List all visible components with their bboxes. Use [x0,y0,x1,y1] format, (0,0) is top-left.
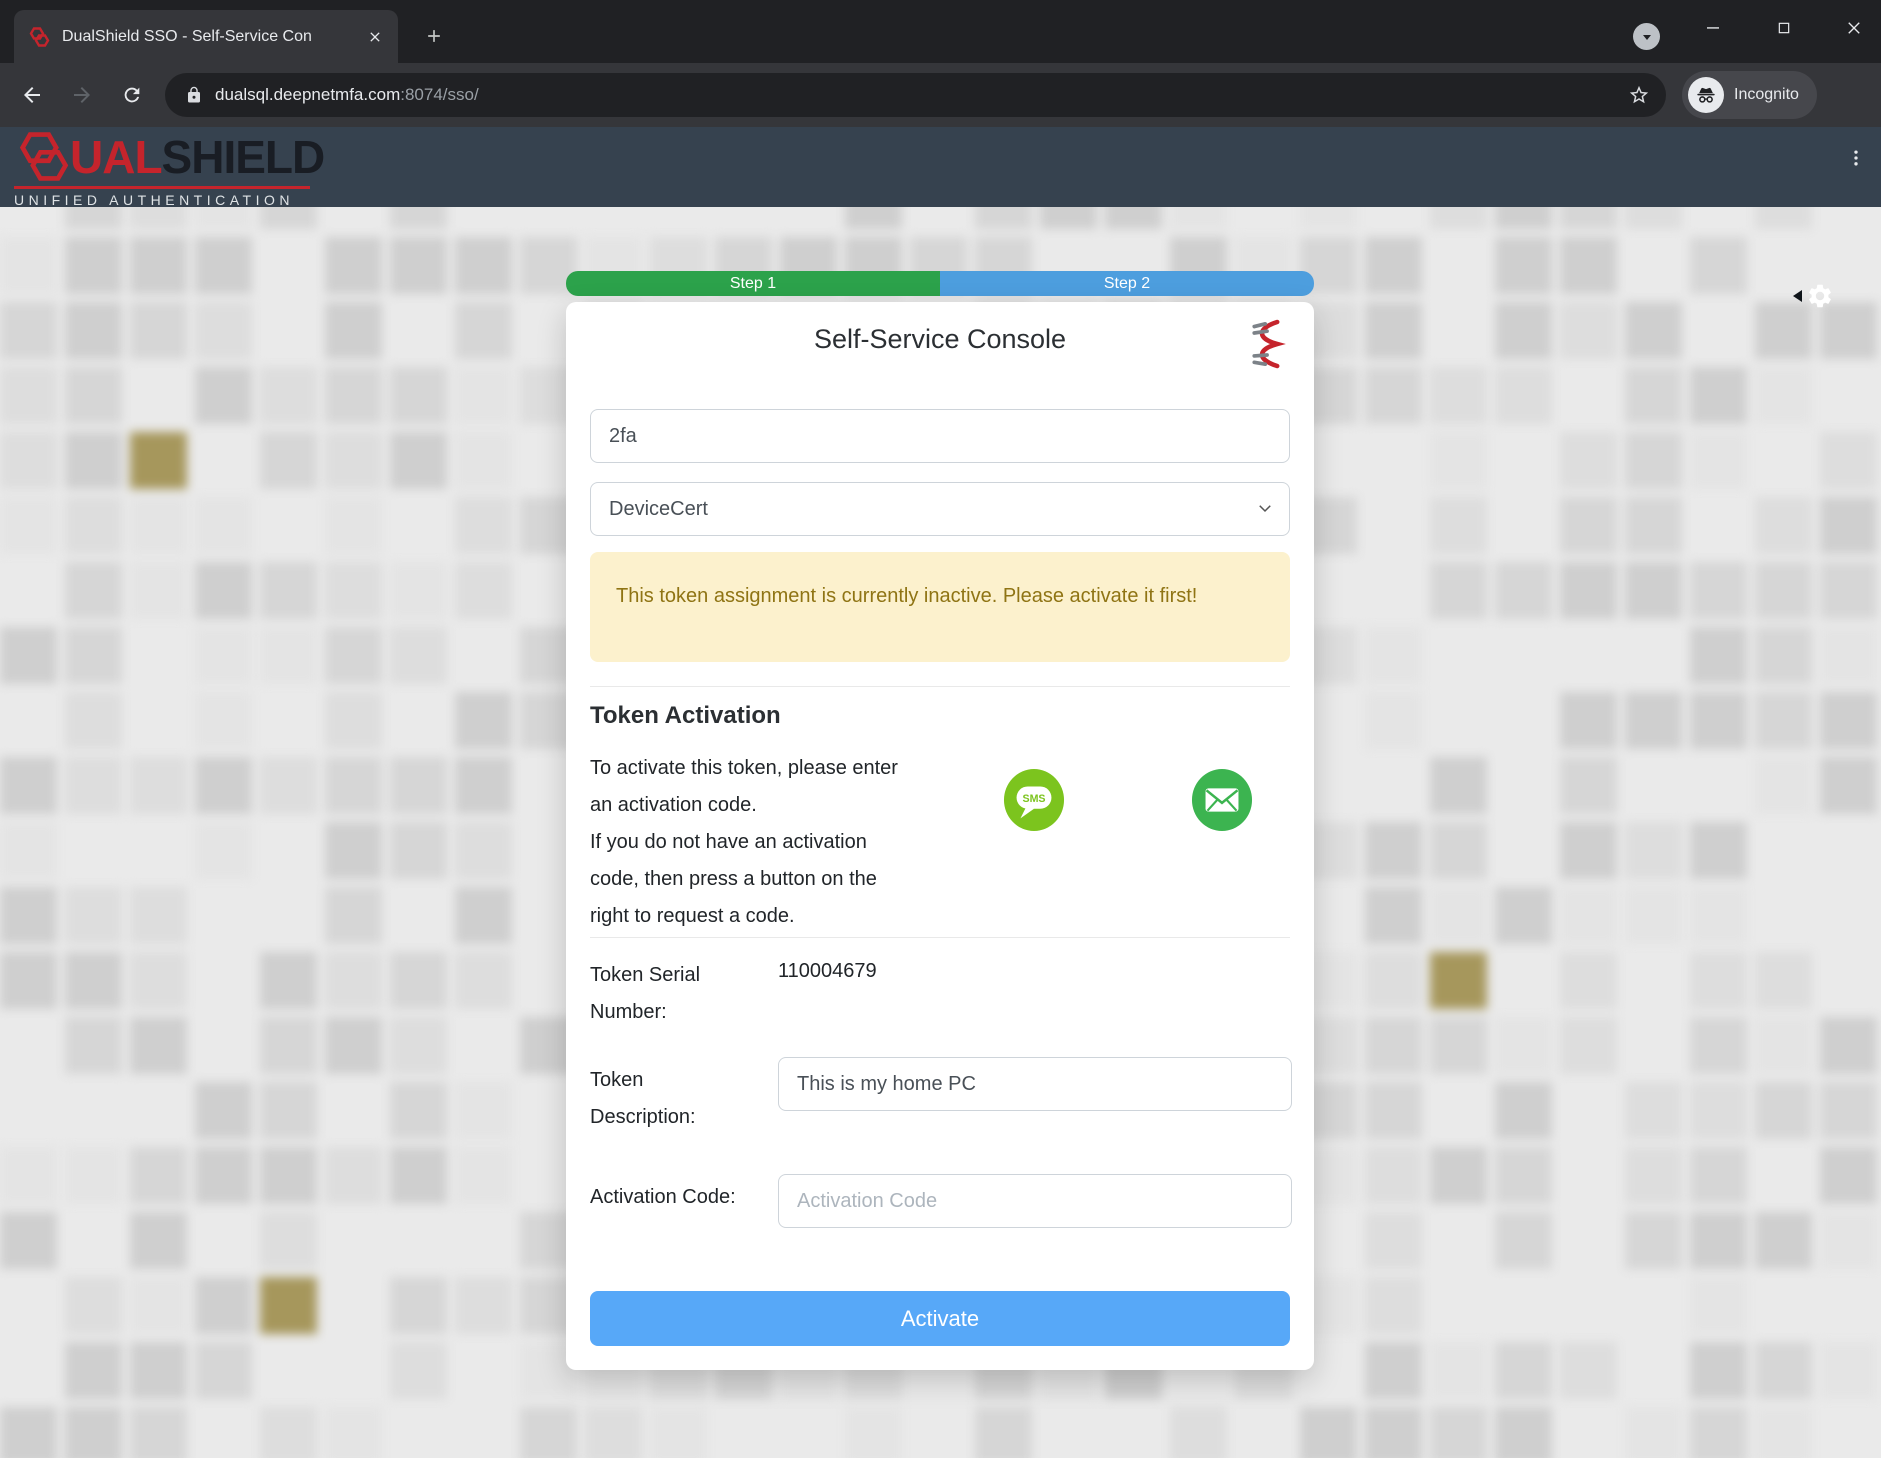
reload-button[interactable] [112,75,152,115]
dualshield-favicon-icon [28,25,52,49]
card-title: Self-Service Console [566,324,1314,355]
tab-search-button[interactable] [1633,23,1660,50]
app-header: UALSHIELD UNIFIED AUTHENTICATION [0,127,1881,207]
username-input[interactable] [590,409,1290,463]
activation-code-input[interactable] [778,1174,1292,1228]
token-description-input[interactable] [778,1057,1292,1111]
step-progress: Step 1 Step 2 [566,271,1314,296]
window-close-button[interactable] [1822,0,1881,56]
lock-icon[interactable] [185,86,203,104]
window-maximize-button[interactable] [1752,0,1816,56]
browser-tab-strip: DualShield SSO - Self-Service Con [0,0,1881,63]
dna-helix-icon [1246,318,1290,370]
bookmark-star-icon[interactable] [1628,84,1650,106]
forward-button[interactable] [62,75,102,115]
browser-tab[interactable]: DualShield SSO - Self-Service Con [14,10,398,63]
activation-code-label: Activation Code: [590,1179,740,1216]
dualshield-logo: UALSHIELD UNIFIED AUTHENTICATION [14,129,324,208]
url-bar[interactable]: dualsql.deepnetmfa.com:8074/sso/ [165,73,1666,117]
token-activation-heading: Token Activation [590,702,781,730]
tab-close-icon[interactable] [362,24,388,50]
window-minimize-button[interactable] [1681,0,1745,56]
url-text: dualsql.deepnetmfa.com:8074/sso/ [215,85,1628,105]
collapse-arrow-icon [1793,290,1802,302]
description-label: Token Description: [590,1062,740,1136]
request-code-sms-button[interactable]: SMS [1003,768,1065,832]
serial-number-label: Token Serial Number: [590,957,740,1031]
browser-toolbar: dualsql.deepnetmfa.com:8074/sso/ Incogni… [0,63,1881,127]
divider [590,937,1290,938]
step-1-segment: Step 1 [566,271,940,296]
brand-dual: UAL [70,131,162,183]
serial-number-value: 110004679 [778,960,877,983]
token-select[interactable]: DeviceCert [590,482,1290,536]
incognito-icon [1688,77,1724,113]
tab-title: DualShield SSO - Self-Service Con [62,28,362,46]
browser-menu-button[interactable] [1838,138,1874,178]
step-2-segment: Step 2 [940,271,1314,296]
incognito-badge[interactable]: Incognito [1682,71,1817,119]
activate-button[interactable]: Activate [590,1291,1290,1346]
request-code-email-button[interactable] [1191,768,1253,832]
dualshield-logo-mark-icon [14,129,76,185]
self-service-card: Self-Service Console DeviceCert This tok… [566,302,1314,1370]
divider [590,686,1290,687]
incognito-label: Incognito [1734,86,1799,104]
settings-button[interactable] [1793,282,1834,310]
sms-icon-label: SMS [1022,793,1045,805]
brand-rule [14,186,310,189]
new-tab-button[interactable] [416,18,452,54]
brand-shield: SHIELD [162,131,325,183]
inactive-token-alert: This token assignment is currently inact… [590,552,1290,662]
activation-instructions: To activate this token, please enter an … [590,750,920,935]
back-button[interactable] [12,75,52,115]
brand-tagline: UNIFIED AUTHENTICATION [14,192,324,208]
gear-icon [1806,282,1834,310]
